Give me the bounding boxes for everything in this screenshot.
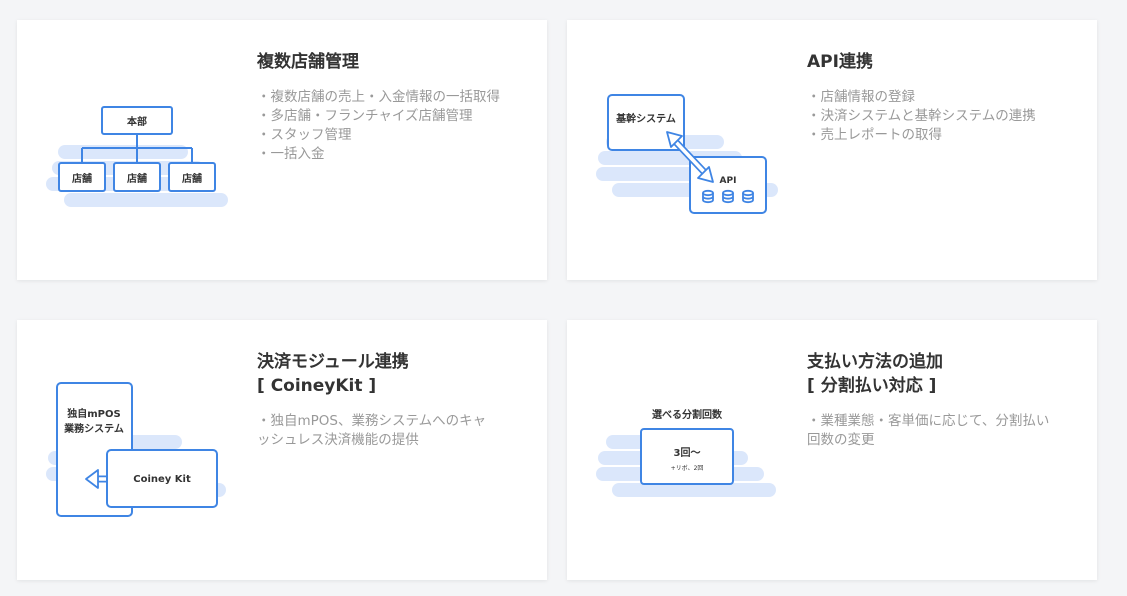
card-text: 決済モジュール連携 [ CoineyKit ] ・独自mPOS、業務システムへの… (257, 350, 527, 450)
feature-card-multi-store: 本部 店舗 店舗 店舗 複数店舗管理 ・複数店舗の売上・入金情報の一括取得 ・多… (17, 20, 547, 280)
org-chart-illustration: 本部 店舗 店舗 店舗 (46, 106, 228, 207)
feature-list-item: ・店舗情報の登録 (807, 89, 915, 105)
feature-list-item: ・多店舗・フランチャイズ店舗管理 (257, 108, 473, 124)
card-title-line: [ CoineyKit ] (257, 376, 377, 396)
card-title: 複数店舗管理 (257, 50, 527, 74)
card-description-line: ッシュレス決済機能の提供 (257, 432, 419, 448)
installment-caption: 選べる分割回数 (652, 408, 723, 421)
feature-card-payment-module: 独自mPOS 業務システム Coiney Kit 決済モジュール連携 [ Coi… (17, 320, 547, 580)
card-text: API連携 ・店舗情報の登録 ・決済システムと基幹システムの連携 ・売上レポート… (807, 50, 1077, 145)
card-description-line: ・業種業態・客単価に応じて、分割払い (807, 413, 1050, 429)
card-title: API連携 (807, 50, 1077, 74)
feature-list: ・店舗情報の登録 ・決済システムと基幹システムの連携 ・売上レポートの取得 (807, 88, 1077, 145)
store-box: 店舗 (113, 162, 161, 192)
card-title: 支払い方法の追加 [ 分割払い対応 ] (807, 350, 1077, 398)
card-title-line: [ 分割払い対応 ] (807, 376, 937, 396)
card-title: 決済モジュール連携 [ CoineyKit ] (257, 350, 527, 398)
card-description: ・業種業態・客単価に応じて、分割払い 回数の変更 (807, 412, 1077, 450)
installment-illustration: 選べる分割回数 3回〜 +リボ、2回 (596, 408, 776, 497)
feature-list-item: ・一括入金 (257, 146, 325, 162)
card-title-line: 支払い方法の追加 (807, 352, 943, 372)
core-system-label: 基幹システム (615, 112, 676, 125)
feature-card-api: 基幹システム API API連携 ・店舗情報の登録 ・決済システムと基幹システム… (567, 20, 1097, 280)
store-label: 店舗 (127, 172, 147, 185)
feature-list-item: ・決済システムと基幹システムの連携 (807, 108, 1036, 124)
card-description-line: ・独自mPOS、業務システムへのキャ (257, 413, 487, 429)
installment-box: 3回〜 +リボ、2回 (640, 428, 734, 485)
feature-list-item: ・スタッフ管理 (257, 127, 352, 143)
installment-options: +リボ、2回 (671, 464, 704, 472)
card-title-line: 複数店舗管理 (257, 52, 359, 72)
head-office-box: 本部 (101, 106, 173, 135)
store-box: 店舗 (168, 162, 216, 192)
host-system-label: 業務システム (63, 422, 124, 435)
card-title-line: 決済モジュール連携 (257, 352, 409, 372)
card-description: ・独自mPOS、業務システムへのキャ ッシュレス決済機能の提供 (257, 412, 527, 450)
installment-count: 3回〜 (674, 447, 701, 459)
api-label: API (720, 176, 737, 186)
feature-card-payment-method: 選べる分割回数 3回〜 +リボ、2回 支払い方法の追加 [ 分割払い対応 ] ・… (567, 320, 1097, 580)
head-office-label: 本部 (127, 115, 147, 128)
coiney-kit-label: Coiney Kit (133, 474, 191, 485)
card-text: 支払い方法の追加 [ 分割払い対応 ] ・業種業態・客単価に応じて、分割払い 回… (807, 350, 1077, 450)
feature-list-item: ・売上レポートの取得 (807, 127, 942, 143)
store-label: 店舗 (182, 172, 202, 185)
card-text: 複数店舗管理 ・複数店舗の売上・入金情報の一括取得 ・多店舗・フランチャイズ店舗… (257, 50, 527, 164)
api-illustration: 基幹システム API (596, 94, 778, 214)
feature-list-item: ・複数店舗の売上・入金情報の一括取得 (257, 89, 500, 105)
host-system-label: 独自mPOS (67, 407, 120, 420)
store-label: 店舗 (72, 172, 92, 185)
card-description-line: 回数の変更 (807, 432, 875, 448)
module-illustration: 独自mPOS 業務システム Coiney Kit (46, 382, 226, 517)
feature-list: ・複数店舗の売上・入金情報の一括取得 ・多店舗・フランチャイズ店舗管理 ・スタッ… (257, 88, 527, 164)
card-title-line: API連携 (807, 52, 873, 72)
coiney-kit-box: Coiney Kit (106, 449, 218, 508)
store-box: 店舗 (58, 162, 106, 192)
